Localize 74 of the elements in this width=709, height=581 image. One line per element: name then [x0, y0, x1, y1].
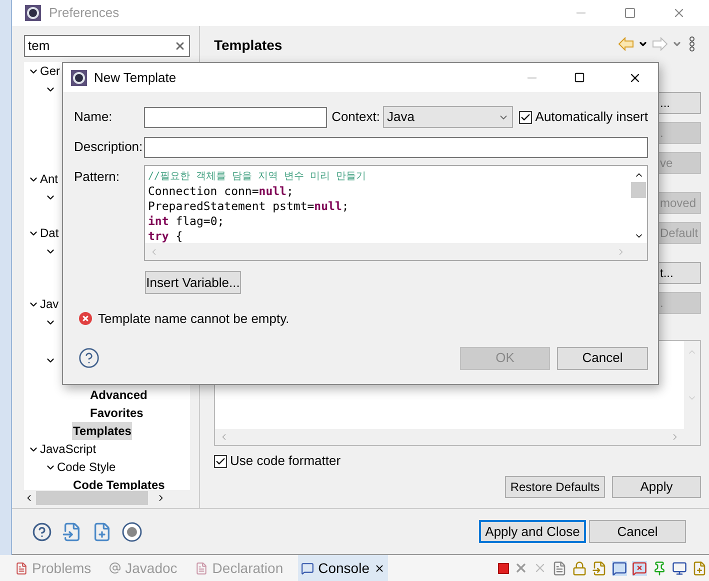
maximize-icon[interactable]: [574, 72, 585, 83]
problems-icon: [15, 562, 28, 574]
clear-console-icon[interactable]: [552, 560, 567, 576]
record-icon[interactable]: [122, 522, 142, 542]
side-button[interactable]: t...: [658, 262, 701, 284]
help-icon[interactable]: [32, 522, 52, 542]
scrollbar-corner: [630, 243, 647, 260]
tree-item[interactable]: JavaScript: [39, 440, 98, 458]
scroll-lock-icon[interactable]: [572, 560, 587, 576]
checkbox[interactable]: [214, 454, 227, 468]
code-line: Connection conn=null;: [148, 184, 294, 199]
apply-button[interactable]: Apply: [612, 476, 701, 498]
stop-icon[interactable]: [498, 562, 509, 574]
pattern-editor[interactable]: //필요한 객체를 담을 지역 변수 미리 만들기 Connection conn=null; PreparedStatement pstmt=null; int flag=0; try {: [144, 165, 648, 261]
tree-item[interactable]: Code Templates: [72, 476, 166, 494]
tree-item[interactable]: Templates: [72, 422, 132, 440]
tree-item[interactable]: Code Style: [56, 458, 117, 476]
at-sign-icon: [109, 562, 122, 574]
clear-icon[interactable]: [174, 40, 186, 52]
insert-variable-button[interactable]: Insert Variable...: [145, 271, 241, 294]
tree-item[interactable]: Jav: [39, 295, 60, 313]
document-icon: [195, 562, 208, 574]
filter-field[interactable]: tem: [24, 35, 190, 57]
import-icon[interactable]: [62, 522, 82, 542]
tab-label: Console: [318, 558, 370, 578]
page-title: Templates: [214, 36, 282, 55]
dropdown-icon[interactable]: [638, 39, 648, 49]
word-wrap-icon[interactable]: [592, 560, 607, 576]
export-icon[interactable]: [92, 522, 112, 542]
code-line: PreparedStatement pstmt=null;: [148, 199, 349, 214]
context-dropdown[interactable]: Java: [382, 106, 514, 128]
dialog-title: New Template: [94, 68, 176, 87]
close-icon[interactable]: [374, 562, 384, 574]
tree-item[interactable]: Ger: [39, 62, 62, 80]
error-message: Template name cannot be empty.: [98, 310, 290, 328]
checkbox-label: Use code formatter: [230, 452, 341, 470]
console-icon: [301, 562, 314, 574]
field-label: Description:: [74, 138, 144, 156]
app-icon: [71, 70, 87, 86]
app-icon: [25, 5, 41, 21]
help-icon[interactable]: [78, 347, 100, 369]
display-console-icon[interactable]: [672, 560, 687, 576]
tree-item[interactable]: Advanced: [89, 386, 148, 404]
scroll-thumb[interactable]: [631, 182, 646, 198]
restore-defaults-button[interactable]: Restore Defaults: [505, 476, 605, 498]
code-line: try {: [148, 229, 183, 243]
show-output-icon[interactable]: [612, 560, 627, 576]
tab-label: Javadoc: [125, 558, 178, 578]
remove-icon[interactable]: [514, 561, 528, 575]
field-label: Context:: [332, 108, 380, 126]
code-line: int flag=0;: [148, 214, 224, 229]
error-icon: [79, 312, 92, 326]
cancel-button[interactable]: Cancel: [557, 346, 648, 370]
tree-item[interactable]: Favorites: [89, 404, 144, 422]
field-label: Name:: [74, 108, 114, 126]
show-error-icon[interactable]: [632, 560, 647, 576]
description-field[interactable]: [144, 136, 648, 158]
tab-label: Declaration: [212, 558, 284, 578]
window-title: Preferences: [49, 4, 120, 22]
cancel-button[interactable]: Cancel: [589, 520, 686, 543]
code-line: //필요한 객체를 담을 지역 변수 미리 만들기: [148, 170, 366, 184]
name-field[interactable]: [144, 106, 327, 128]
apply-and-close-button[interactable]: Apply and Close: [479, 520, 586, 543]
new-console-icon[interactable]: [692, 560, 707, 576]
view-tab[interactable]: Console: [298, 555, 388, 581]
tree-item[interactable]: Dat: [39, 224, 60, 242]
tab-label: Problems: [32, 558, 92, 578]
field-label: Pattern:: [74, 168, 121, 186]
checkbox[interactable]: [519, 110, 532, 124]
more-icon[interactable]: [689, 36, 695, 52]
tree-item[interactable]: Ant: [39, 170, 60, 188]
side-button[interactable]: ...: [658, 92, 701, 114]
pin-icon[interactable]: [652, 560, 667, 576]
checkbox-label: Automatically insert: [535, 108, 648, 126]
